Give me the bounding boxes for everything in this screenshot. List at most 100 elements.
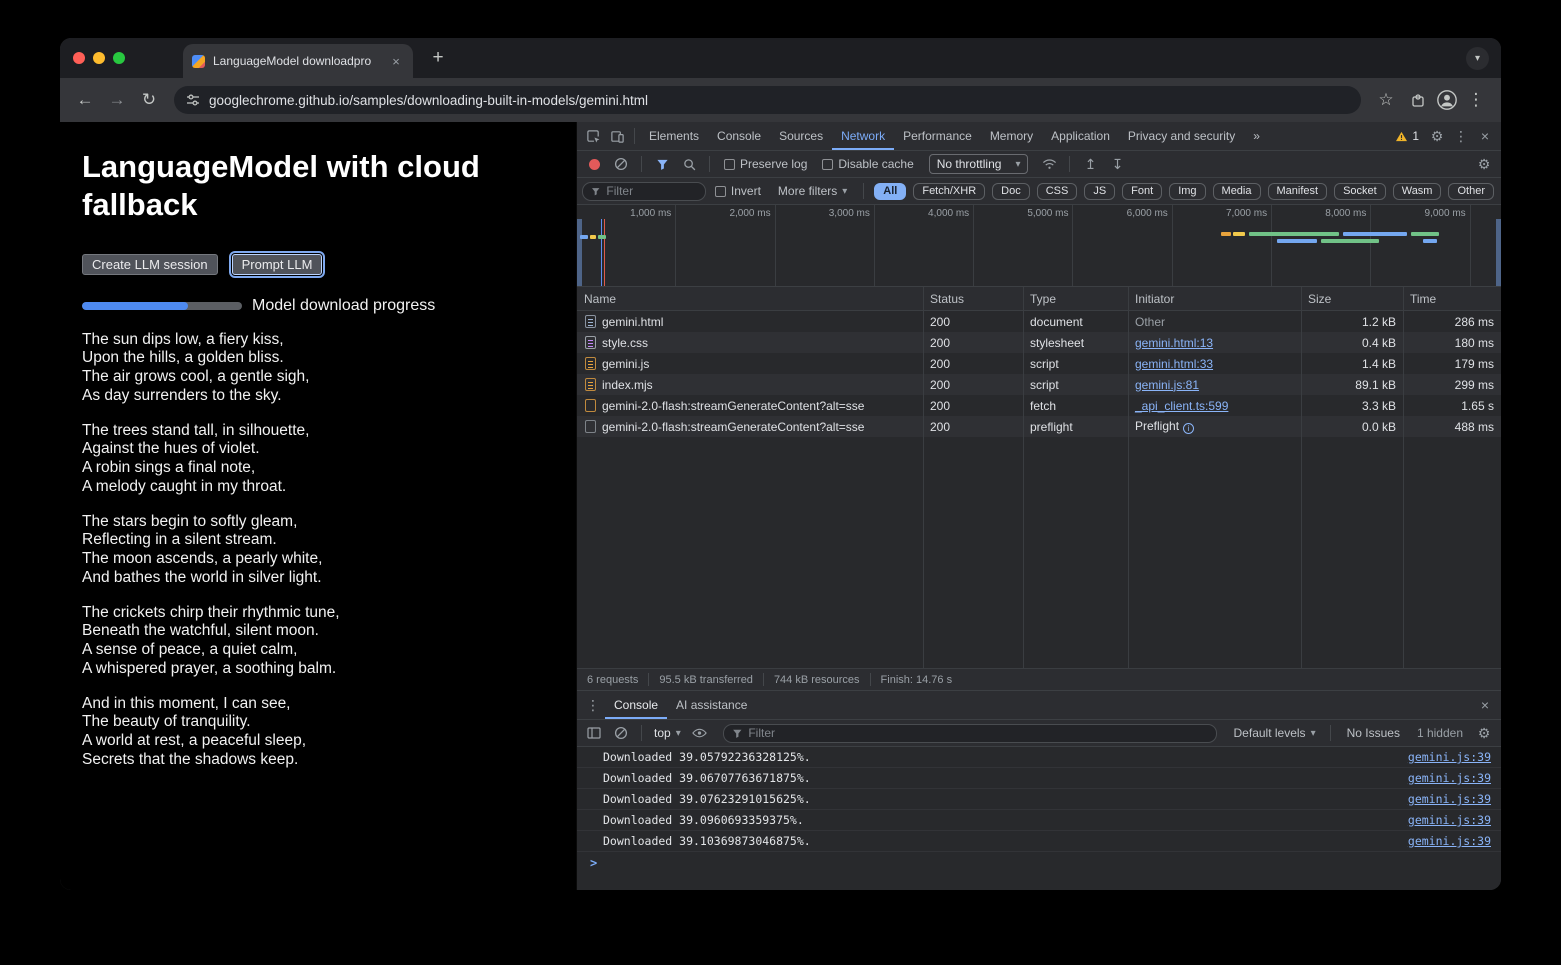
network-request-row[interactable]: gemini-2.0-flash:streamGenerateContent?a… [577,416,1501,437]
network-conditions-icon[interactable] [1037,152,1061,176]
network-filter-input[interactable] [582,182,706,201]
reload-icon[interactable]: ↻ [134,85,164,115]
filter-pill-other[interactable]: Other [1448,183,1494,200]
filter-pill-js[interactable]: JS [1084,183,1115,200]
network-request-row[interactable]: gemini.js 200 script gemini.html:33 1.4 … [577,353,1501,374]
network-request-row[interactable]: index.mjs 200 script gemini.js:81 89.1 k… [577,374,1501,395]
no-issues-label[interactable]: No Issues [1347,726,1400,740]
filter-pill-wasm[interactable]: Wasm [1393,183,1442,200]
url-bar[interactable]: googlechrome.github.io/samples/downloadi… [174,86,1361,114]
filter-pill-doc[interactable]: Doc [992,183,1030,200]
column-header-time[interactable]: Time [1403,292,1501,306]
drawer-close-icon[interactable]: × [1473,693,1497,717]
default-levels-dropdown[interactable]: Default levels▾ [1234,726,1316,740]
more-panels-icon[interactable]: » [1244,122,1269,150]
browser-window: LanguageModel downloadpro × + ▾ ← → ↻ go… [60,38,1501,890]
devtools-close-icon[interactable]: × [1473,124,1497,148]
back-icon[interactable]: ← [70,85,100,115]
column-header-initiator[interactable]: Initiator [1128,292,1301,306]
close-window-button[interactable] [73,52,85,64]
inspect-element-icon[interactable] [581,124,605,148]
column-header-status[interactable]: Status [923,292,1023,306]
column-header-name[interactable]: Name [577,292,923,306]
console-source-link[interactable]: gemini.js:39 [1408,834,1491,848]
tab-performance[interactable]: Performance [894,122,981,150]
console-source-link[interactable]: gemini.js:39 [1408,750,1491,764]
tab-memory[interactable]: Memory [981,122,1042,150]
initiator-link[interactable]: _api_client.ts:599 [1135,399,1228,413]
console-context-selector[interactable]: top▾ [654,726,681,740]
console-filter-input[interactable] [723,724,1217,743]
invert-filter-checkbox[interactable]: Invert [715,184,761,198]
network-settings-icon[interactable]: ⚙ [1472,152,1496,176]
column-header-type[interactable]: Type [1023,292,1128,306]
filter-pill-fetch-xhr[interactable]: Fetch/XHR [913,183,985,200]
console-sidebar-icon[interactable] [582,721,606,745]
preflight-info-icon[interactable]: i [1183,423,1194,434]
filter-pill-all[interactable]: All [874,183,906,200]
device-toolbar-icon[interactable] [605,124,629,148]
drawer-tab-ai-assistance[interactable]: AI assistance [667,691,756,719]
network-request-row[interactable]: gemini-2.0-flash:streamGenerateContent?a… [577,395,1501,416]
browser-menu-icon[interactable]: ⋮ [1461,85,1491,115]
network-request-row[interactable]: gemini.html 200 document Other 1.2 kB 28… [577,311,1501,332]
disable-cache-checkbox[interactable]: Disable cache [822,157,913,171]
filter-toggle-icon[interactable] [650,152,674,176]
bookmark-star-icon[interactable]: ☆ [1371,85,1401,115]
minimize-window-button[interactable] [93,52,105,64]
drawer-tab-console[interactable]: Console [605,691,667,719]
throttling-select[interactable]: No throttling▾ [929,154,1029,174]
search-icon[interactable] [677,152,701,176]
network-request-row[interactable]: style.css 200 stylesheet gemini.html:13 … [577,332,1501,353]
tab-application[interactable]: Application [1042,122,1119,150]
more-filters-dropdown[interactable]: More filters▾ [778,184,847,198]
console-source-link[interactable]: gemini.js:39 [1408,771,1491,785]
console-settings-icon[interactable]: ⚙ [1472,721,1496,745]
new-tab-button[interactable]: + [425,47,451,69]
clear-network-log-icon[interactable] [609,152,633,176]
tab-privacy-and-security[interactable]: Privacy and security [1119,122,1244,150]
drawer-menu-icon[interactable]: ⋮ [581,693,605,717]
tab-close-icon[interactable]: × [388,54,404,69]
maximize-window-button[interactable] [113,52,125,64]
browser-tab[interactable]: LanguageModel downloadpro × [183,44,413,78]
clear-console-icon[interactable] [609,721,633,745]
tab-sources[interactable]: Sources [770,122,832,150]
window-controls [73,52,125,64]
profile-avatar[interactable] [1435,88,1459,112]
tab-search-button[interactable]: ▾ [1466,47,1489,70]
console-source-link[interactable]: gemini.js:39 [1408,813,1491,827]
initiator-link[interactable]: gemini.js:81 [1135,378,1199,392]
record-network-log-icon[interactable] [582,152,606,176]
console-source-link[interactable]: gemini.js:39 [1408,792,1491,806]
tab-elements[interactable]: Elements [640,122,708,150]
hidden-messages-label[interactable]: 1 hidden [1417,726,1463,740]
prompt-llm-button[interactable]: Prompt LLM [232,254,323,275]
filter-pill-manifest[interactable]: Manifest [1268,183,1328,200]
extensions-icon[interactable] [1403,85,1433,115]
filter-pill-img[interactable]: Img [1169,183,1205,200]
overview-right-handle[interactable] [1496,219,1501,286]
forward-icon[interactable]: → [102,85,132,115]
preserve-log-checkbox[interactable]: Preserve log [724,157,807,171]
filter-pill-socket[interactable]: Socket [1334,183,1386,200]
site-settings-icon[interactable] [186,93,200,107]
devtools-menu-icon[interactable]: ⋮ [1449,124,1473,148]
filter-pill-media[interactable]: Media [1213,183,1261,200]
tab-console[interactable]: Console [708,122,770,150]
export-har-icon[interactable]: ↧ [1105,152,1129,176]
warning-badge[interactable]: 1 [1389,129,1425,143]
initiator-link[interactable]: gemini.html:13 [1135,336,1213,350]
live-expression-eye-icon[interactable] [688,721,712,745]
overview-left-handle[interactable] [577,219,582,286]
import-har-icon[interactable]: ↥ [1078,152,1102,176]
create-llm-session-button[interactable]: Create LLM session [82,254,218,275]
initiator-link[interactable]: gemini.html:33 [1135,357,1213,371]
filter-pill-font[interactable]: Font [1122,183,1162,200]
console-prompt[interactable]: > [577,852,1501,873]
network-overview-timeline[interactable]: 1,000 ms 2,000 ms 3,000 ms 4,000 ms 5,00… [577,205,1501,287]
devtools-settings-icon[interactable]: ⚙ [1425,124,1449,148]
filter-pill-css[interactable]: CSS [1037,183,1078,200]
tab-network[interactable]: Network [832,122,894,150]
column-header-size[interactable]: Size [1301,292,1403,306]
